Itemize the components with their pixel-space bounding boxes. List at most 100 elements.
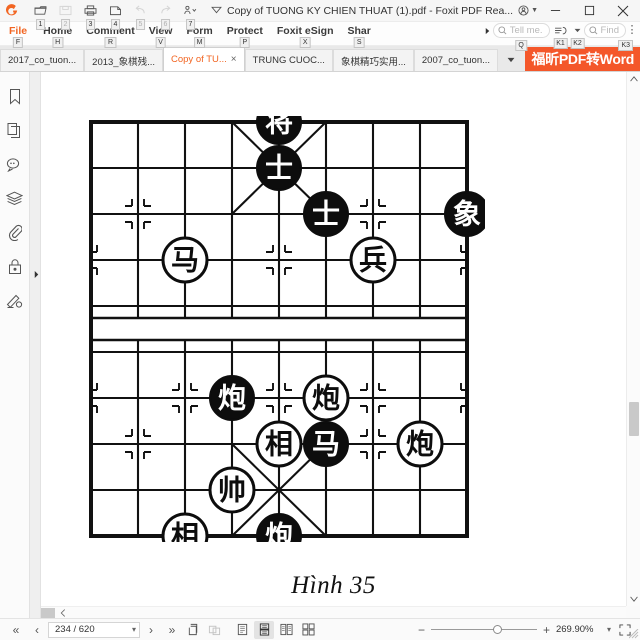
piece-soldier-red: 兵 [349,236,397,284]
snapshot-icon[interactable] [183,621,203,639]
piece-label: 士 [312,198,340,231]
piece-label: 相 [265,428,293,461]
keytip: V [155,37,166,48]
sidebar-expand-icon[interactable] [31,268,41,280]
tab-2017-co-tuong[interactable]: 2017_co_tuon... [0,49,85,71]
tab-label: TRUNG CUOC... [252,55,325,66]
undo-button[interactable]: 5 [128,1,153,30]
pages-icon[interactable] [5,120,25,140]
compare-icon[interactable] [204,621,224,639]
skin-chevron-icon[interactable] [211,5,222,17]
tab-list-dropdown-icon[interactable] [500,49,522,71]
tab-close-icon[interactable]: × [231,54,237,65]
keytip: H [52,37,64,48]
scroll-down-button[interactable] [627,592,640,606]
horizontal-scrollbar-thumb[interactable] [41,608,55,618]
continuous-page-view-button[interactable] [254,620,274,639]
layers-icon[interactable] [5,188,25,208]
scroll-up-button[interactable] [627,72,640,86]
zoom-slider[interactable] [430,624,537,636]
keytip: K2 [570,38,585,49]
save-as-button[interactable]: 2 [53,1,78,30]
facing-page-view-button[interactable] [276,621,296,639]
keytip: F [12,37,24,48]
zoom-slider-track [430,629,537,630]
first-page-button[interactable]: « [6,621,26,639]
piece-label: 马 [312,428,340,461]
single-page-view-button[interactable] [232,621,252,639]
zoom-dropdown-icon[interactable]: ▾ [607,625,611,634]
bookmark-icon[interactable] [5,86,25,106]
menu-item-file[interactable]: File F [0,22,36,48]
piece-label: 马 [171,244,199,277]
tab-label: 2013_象棋残... [92,56,155,68]
tell-me-placeholder: Tell me. [509,25,543,36]
customize-toolbar-button[interactable]: 7 [178,1,203,30]
zoom-slider-knob[interactable] [492,625,502,634]
figure-caption: Hình 35 [291,572,376,599]
minimize-button[interactable] [538,0,572,22]
navigation-sidebar [0,72,30,618]
tab-copy-of-tuong-ky[interactable]: Copy of TU... × [163,47,245,71]
piece-label: 炮 [265,520,293,543]
attachment-icon[interactable] [5,222,25,242]
menu-item-share[interactable]: Shar S [340,22,377,48]
tab-2013-xiangqi[interactable]: 2013_象棋残... [84,49,163,71]
facing-continuous-view-button[interactable] [298,621,318,639]
share-document-icon[interactable]: K1 [550,22,572,49]
menu-overflow-arrow-icon[interactable] [483,22,493,39]
tab-label: 象棋精巧实用... [340,56,406,68]
window-title: Copy of TUONG KY CHIEN THUAT (1).pdf - F… [227,4,514,17]
xiangqi-board-svg: 将士士 象马 兵炮 炮相马炮帅相炮 [89,116,485,543]
resize-grip-icon[interactable] [629,629,639,639]
lock-icon[interactable] [5,256,25,276]
zoom-out-button[interactable]: − [417,623,426,637]
comment-icon[interactable] [5,154,25,174]
previous-page-button[interactable]: ‹ [27,621,47,639]
vertical-scrollbar[interactable] [626,72,640,606]
signature-icon[interactable] [5,290,25,310]
maximize-button[interactable] [572,0,606,22]
menu-item-foxit-esign[interactable]: Foxit eSign X [270,22,341,48]
email-button[interactable]: 4 [103,1,128,30]
redo-button[interactable]: 6 [153,1,178,30]
keytip: 1 [35,18,46,30]
window-title-area: Copy of TUONG KY CHIEN THUAT (1).pdf - F… [211,5,538,17]
print-button[interactable]: 3 [78,1,103,30]
page-dropdown-icon[interactable]: ▾ [132,625,136,634]
menu-overflow-button[interactable]: ⋮ [626,22,638,39]
open-file-button[interactable]: 1 [28,1,53,30]
keytip: 5 [135,18,146,30]
vertical-scrollbar-thumb[interactable] [629,402,639,436]
tab-xiangqi-jingqiao[interactable]: 象棋精巧实用... [332,49,414,71]
keytip: 6 [160,18,171,30]
piece-label: 帅 [218,474,246,507]
find-icon [588,26,597,35]
zoom-in-button[interactable]: + [542,623,551,637]
keytip: P [239,37,251,48]
page-number-input[interactable]: 234 / 620 ▾ [48,621,140,638]
last-page-button[interactable]: » [162,621,182,639]
close-button[interactable] [606,0,640,22]
tab-2007-co-tuong[interactable]: 2007_co_tuon... [413,49,499,71]
keytip: S [353,37,365,48]
menu-item-protect[interactable]: Protect P [220,22,270,48]
piece-horse-black: 马 [303,421,349,467]
keytip: K3 [618,40,633,51]
piece-label: 士 [265,152,293,185]
tell-me-search-box[interactable]: Tell me. Q [492,23,550,51]
share-dropdown-icon[interactable]: K2 [570,22,585,49]
status-bar: « ‹ 234 / 620 ▾ › » − + 269.90% ▾ [0,618,640,640]
find-placeholder: Find [600,25,619,36]
account-button[interactable]: ▼ [518,5,538,16]
zoom-level-value: 269.90% [555,624,594,635]
document-view[interactable]: 将士士象马兵炮炮相马炮帅相炮 Hình 35 [41,72,626,606]
quick-access-toolbar: 1 2 3 4 5 6 7 [28,1,203,30]
title-bar: 1 2 3 4 5 6 7 Copy of TUONG KY CHIEN THU… [0,0,640,30]
next-page-button[interactable]: › [141,621,161,639]
tab-label: 2017_co_tuon... [8,55,77,66]
tab-trung-cuoc[interactable]: TRUNG CUOC... [244,49,333,71]
horizontal-scrollbar[interactable] [41,606,626,618]
menu-label: File [9,24,28,37]
find-search-box[interactable]: Find K3 [583,23,633,51]
